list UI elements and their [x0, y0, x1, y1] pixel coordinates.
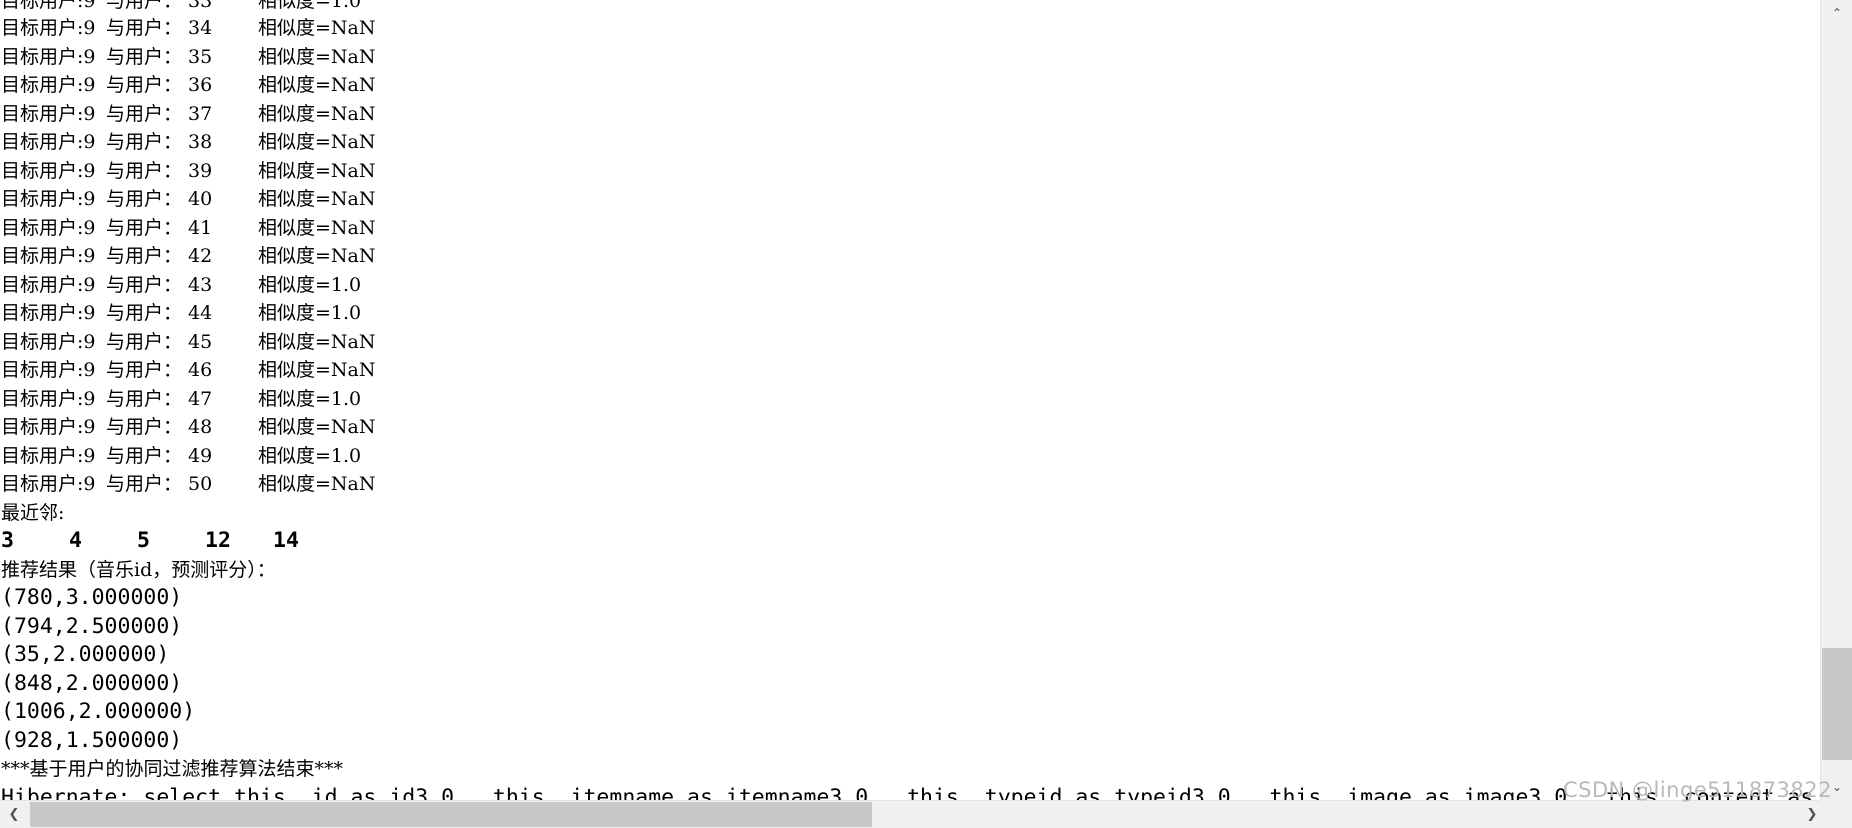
similarity-with-user: 与用户： 48 [106, 416, 213, 438]
similarity-value: 相似度=NaN [258, 216, 376, 239]
similarity-row: 目标用户:9 与用户： 36 相似度=NaN [0, 71, 1820, 100]
vertical-scrollbar-thumb[interactable] [1822, 648, 1852, 760]
similarity-with-user: 与用户： 39 [106, 159, 213, 182]
similarity-value: 相似度=NaN [258, 17, 376, 39]
similarity-row: 目标用户:9 与用户： 44 相似度=1.0 [0, 299, 1820, 328]
similarity-with-user: 与用户： 46 [106, 359, 213, 381]
nearest-neighbor-id: 12 [205, 528, 231, 553]
similarity-target-user: 目标用户:9 [1, 216, 96, 239]
similarity-with-user: 与用户： 38 [106, 131, 213, 153]
similarity-target-user: 目标用户:9 [1, 444, 96, 467]
similarity-value: 相似度=1.0 [258, 444, 362, 467]
similarity-with-user: 与用户： 33 [106, 0, 213, 12]
scroll-down-arrow-icon[interactable]: ⌄ [1821, 774, 1852, 800]
vertical-scrollbar[interactable]: ⌃ ⌄ [1820, 0, 1852, 800]
recommendation-header: 推荐结果（音乐id，预测评分）： [1, 558, 276, 581]
similarity-row: 目标用户:9 与用户： 50 相似度=NaN [0, 470, 1820, 499]
similarity-with-user: 与用户： 34 [106, 17, 213, 39]
similarity-value: 相似度=NaN [258, 245, 376, 267]
similarity-row: 目标用户:9 与用户： 33 相似度=1.0 [0, 0, 1820, 14]
scroll-left-arrow-icon[interactable]: ❮ [0, 801, 28, 828]
similarity-row: 目标用户:9 与用户： 45 相似度=NaN [0, 328, 1820, 357]
similarity-value: 相似度=NaN [258, 159, 376, 182]
horizontal-scrollbar[interactable]: ❮ ❯ [0, 800, 1852, 828]
similarity-row: 目标用户:9 与用户： 41 相似度=NaN [0, 214, 1820, 243]
similarity-target-user: 目标用户:9 [1, 416, 96, 438]
similarity-with-user: 与用户： 40 [106, 188, 213, 210]
similarity-with-user: 与用户： 43 [106, 273, 213, 296]
similarity-value: 相似度=1.0 [258, 273, 362, 296]
nearest-neighbor-id: 14 [273, 528, 299, 553]
similarity-target-user: 目标用户:9 [1, 102, 96, 125]
recommendation-item: (794,2.500000) [1, 613, 183, 639]
similarity-with-user: 与用户： 42 [106, 245, 213, 267]
similarity-target-user: 目标用户:9 [1, 359, 96, 381]
recommendation-item: (35,2.000000) [1, 642, 170, 667]
similarity-value: 相似度=NaN [258, 74, 376, 96]
similarity-target-user: 目标用户:9 [1, 245, 96, 267]
similarity-target-user: 目标用户:9 [1, 159, 96, 182]
recommendation-item: (780,3.000000) [1, 585, 183, 610]
nearest-neighbors-values: 3 4 5 12 14 [0, 527, 1820, 556]
similarity-row: 目标用户:9 与用户： 40 相似度=NaN [0, 185, 1820, 214]
similarity-row: 目标用户:9 与用户： 47 相似度=1.0 [0, 385, 1820, 414]
similarity-row: 目标用户:9 与用户： 35 相似度=NaN [0, 43, 1820, 72]
similarity-row: 目标用户:9 与用户： 42 相似度=NaN [0, 242, 1820, 271]
similarity-target-user: 目标用户:9 [1, 330, 96, 353]
console-output-text-area[interactable]: 目标用户:9 与用户： 33 相似度=1.0 目标用户:9 与用户： 34 相似度=NaN… [0, 0, 1820, 800]
similarity-target-user: 目标用户:9 [1, 74, 96, 96]
console-window: 目标用户:9 与用户： 33 相似度=1.0 目标用户:9 与用户： 34 相似度=NaN… [0, 0, 1852, 828]
similarity-value: 相似度=1.0 [258, 387, 362, 410]
similarity-value: 相似度=1.0 [258, 302, 362, 324]
scroll-up-arrow-icon[interactable]: ⌃ [1821, 0, 1852, 26]
similarity-row: 目标用户:9 与用户： 43 相似度=1.0 [0, 271, 1820, 300]
similarity-row: 目标用户:9 与用户： 39 相似度=NaN [0, 157, 1820, 186]
similarity-value: 相似度=NaN [258, 359, 376, 381]
similarity-target-user: 目标用户:9 [1, 17, 96, 39]
similarity-target-user: 目标用户:9 [1, 387, 96, 410]
similarity-value: 相似度=NaN [258, 330, 376, 353]
similarity-row: 目标用户:9 与用户： 38 相似度=NaN [0, 128, 1820, 157]
similarity-row: 目标用户:9 与用户： 46 相似度=NaN [0, 356, 1820, 385]
recommendation-item: (1006,2.000000) [1, 699, 196, 724]
similarity-target-user: 目标用户:9 [1, 45, 96, 68]
similarity-with-user: 与用户： 41 [106, 216, 213, 239]
similarity-with-user: 与用户： 45 [106, 330, 213, 353]
similarity-value: 相似度=NaN [258, 416, 376, 438]
horizontal-scrollbar-thumb[interactable] [30, 802, 872, 827]
similarity-target-user: 目标用户:9 [1, 188, 96, 210]
algorithm-end-banner: ***基于用户的协同过滤推荐算法结束*** [1, 758, 344, 780]
similarity-value: 相似度=NaN [258, 131, 376, 153]
nearest-neighbors-header: 最近邻: [1, 501, 65, 524]
similarity-target-user: 目标用户:9 [1, 0, 96, 12]
similarity-value: 相似度=NaN [258, 102, 376, 125]
similarity-row: 目标用户:9 与用户： 34 相似度=NaN [0, 14, 1820, 43]
similarity-with-user: 与用户： 50 [106, 473, 213, 495]
nearest-neighbor-id: 3 [1, 528, 14, 553]
similarity-row: 目标用户:9 与用户： 48 相似度=NaN [0, 413, 1820, 442]
similarity-value: 相似度=NaN [258, 45, 376, 68]
similarity-target-user: 目标用户:9 [1, 473, 96, 495]
recommendation-item: (928,1.500000) [1, 727, 183, 753]
nearest-neighbor-id: 4 [69, 528, 82, 553]
similarity-value: 相似度=NaN [258, 473, 376, 495]
similarity-value: 相似度=1.0 [258, 0, 362, 12]
similarity-with-user: 与用户： 44 [106, 302, 213, 324]
scrollbar-corner [1820, 800, 1852, 828]
recommendation-item: (848,2.000000) [1, 670, 183, 696]
similarity-row: 目标用户:9 与用户： 49 相似度=1.0 [0, 442, 1820, 471]
similarity-target-user: 目标用户:9 [1, 131, 96, 153]
similarity-target-user: 目标用户:9 [1, 273, 96, 296]
similarity-with-user: 与用户： 47 [106, 387, 213, 410]
nearest-neighbor-id: 5 [137, 528, 150, 553]
similarity-with-user: 与用户： 35 [106, 45, 213, 68]
similarity-row: 目标用户:9 与用户： 37 相似度=NaN [0, 100, 1820, 129]
similarity-with-user: 与用户： 37 [106, 102, 213, 125]
similarity-target-user: 目标用户:9 [1, 302, 96, 324]
hibernate-sql-line: Hibernate: select this_.id as id3_0_, th… [1, 784, 1820, 801]
similarity-value: 相似度=NaN [258, 188, 376, 210]
similarity-with-user: 与用户： 36 [106, 74, 213, 96]
similarity-with-user: 与用户： 49 [106, 444, 213, 467]
